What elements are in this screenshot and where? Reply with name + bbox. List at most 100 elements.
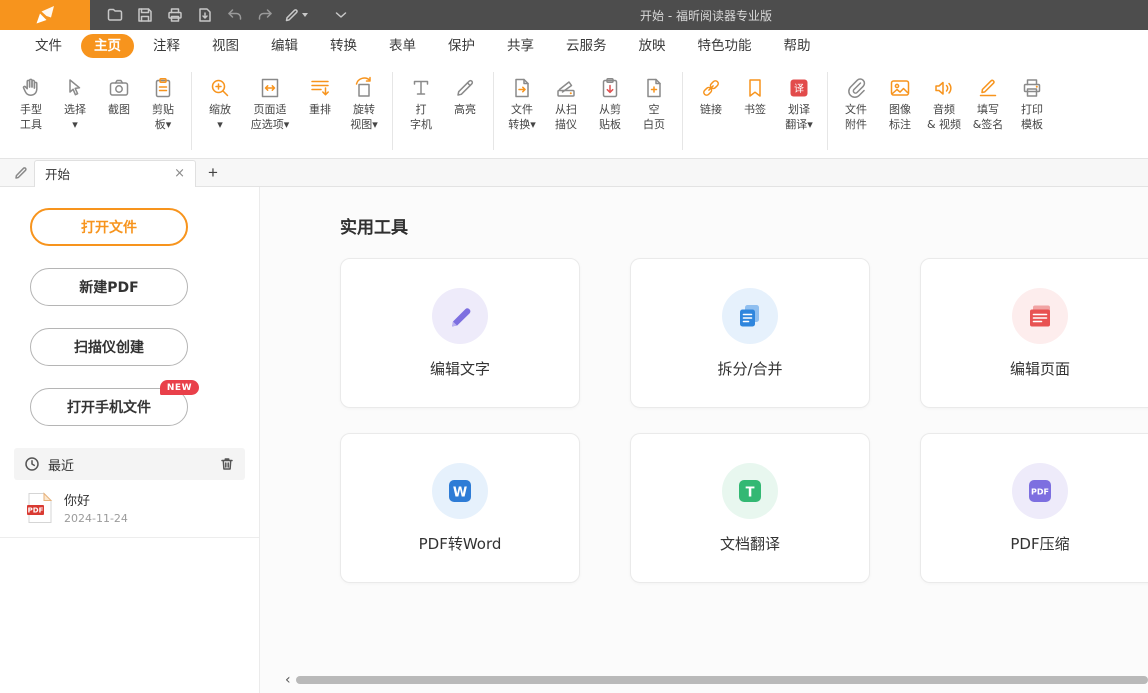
ribbon-rotate-view[interactable]: 旋转 视图▾ <box>342 64 386 133</box>
tool-card-split-merge[interactable]: 拆分/合并 <box>630 258 870 408</box>
ribbon-item-label: 音频 <box>933 103 955 118</box>
folder-icon <box>106 6 124 24</box>
ribbon-snapshot[interactable]: 截图 <box>97 64 141 118</box>
reflow-icon <box>308 73 332 103</box>
menu-tab-comment[interactable]: 注释 <box>140 34 193 58</box>
ribbon-item-label2: 模板 <box>1021 118 1043 133</box>
rotate-view-icon <box>352 73 376 103</box>
ribbon-item-label: 文件 <box>511 103 533 118</box>
ribbon-group-view: 缩放 ▾ 页面适 应选项▾ 重排 旋转 视图▾ <box>195 64 389 158</box>
quick-open-button[interactable] <box>100 3 130 27</box>
tool-card-edit-pages[interactable]: 编辑页面 <box>920 258 1148 408</box>
ribbon-highlight[interactable]: 高亮 <box>443 64 487 118</box>
quick-print-button[interactable] <box>160 3 190 27</box>
app-menu-logo-button[interactable] <box>0 0 90 30</box>
ribbon-reflow[interactable]: 重排 <box>298 64 342 118</box>
titlebar: 开始 - 福昕阅读器专业版 <box>0 0 1148 30</box>
edit-text-icon <box>432 288 488 344</box>
card-label: PDF压缩 <box>1010 533 1069 554</box>
recent-section-header: 最近 <box>14 448 245 480</box>
tool-card-edit-text[interactable]: 编辑文字 <box>340 258 580 408</box>
ribbon-clipboard[interactable]: 剪贴 板▾ <box>141 64 185 133</box>
redo-button[interactable] <box>250 3 280 27</box>
recent-file-date: 2024-11-24 <box>64 512 128 525</box>
menu-tab-help[interactable]: 帮助 <box>771 34 824 58</box>
annotate-pencil-icon[interactable] <box>8 165 34 181</box>
ribbon-item-label2: 字机 <box>410 118 432 133</box>
ribbon-bookmark[interactable]: 书签 <box>733 64 777 118</box>
scroll-left-icon[interactable]: ‹ <box>285 673 291 687</box>
card-label: 编辑文字 <box>430 358 490 379</box>
body: 打开文件 新建PDF 扫描仪创建 打开手机文件 NEW 最近 PDF <box>0 187 1148 693</box>
menu-tab-edit[interactable]: 编辑 <box>258 34 311 58</box>
printer-icon <box>166 6 184 24</box>
quick-save-button[interactable] <box>130 3 160 27</box>
sidebar: 打开文件 新建PDF 扫描仪创建 打开手机文件 NEW 最近 PDF <box>0 187 260 693</box>
ribbon-link[interactable]: 链接 <box>689 64 733 118</box>
ribbon-fill-sign[interactable]: 填写 &签名 <box>966 64 1010 133</box>
quick-export-button[interactable] <box>190 3 220 27</box>
ribbon-item-label2: 描仪 <box>555 118 577 133</box>
menu-tab-slideshow[interactable]: 放映 <box>626 34 679 58</box>
ribbon-from-clipboard[interactable]: 从剪 贴板 <box>588 64 632 133</box>
ribbon-audio-video[interactable]: 音频 & 视频 <box>922 64 966 133</box>
tool-card-pdf-compress[interactable]: PDF PDF压缩 <box>920 433 1148 583</box>
ribbon-item-label: 从扫 <box>555 103 577 118</box>
clear-recent-button[interactable] <box>219 456 235 472</box>
recent-file-name: 你好 <box>64 490 128 509</box>
doc-translate-icon: T <box>722 463 778 519</box>
ribbon-group-media: 文件 附件 图像 标注 音频 & 视频 填写 &签名 打印 模板 <box>831 64 1057 158</box>
tab-start[interactable]: 开始 × <box>34 160 196 187</box>
open-mobile-file-button[interactable]: 打开手机文件 NEW <box>30 388 188 426</box>
menu-tab-share[interactable]: 共享 <box>494 34 547 58</box>
ribbon-file-attachment[interactable]: 文件 附件 <box>834 64 878 133</box>
menu-tab-form[interactable]: 表单 <box>376 34 429 58</box>
ribbon-hand-tool[interactable]: 手型 工具 <box>9 64 53 133</box>
menu-tab-view[interactable]: 视图 <box>199 34 252 58</box>
scanner-create-button[interactable]: 扫描仪创建 <box>30 328 188 366</box>
paperclip-icon <box>844 73 868 103</box>
export-document-icon <box>196 6 214 24</box>
ribbon-separator <box>827 72 828 150</box>
new-tab-button[interactable]: + <box>208 164 218 181</box>
ribbon-translate[interactable]: 译 划译 翻译▾ <box>777 64 821 133</box>
ribbon-blank-page[interactable]: 空 白页 <box>632 64 676 133</box>
ribbon-file-convert[interactable]: 文件 转换▾ <box>500 64 544 133</box>
ribbon-page-fit-options[interactable]: 页面适 应选项▾ <box>242 64 298 133</box>
menu-tab-cloud[interactable]: 云服务 <box>553 34 620 58</box>
card-label: 文档翻译 <box>720 533 780 554</box>
menu-tab-home[interactable]: 主页 <box>81 34 134 58</box>
menu-tab-features[interactable]: 特色功能 <box>685 34 765 58</box>
menu-tab-protect[interactable]: 保护 <box>435 34 488 58</box>
ribbon-separator <box>392 72 393 150</box>
scrollbar-thumb[interactable] <box>296 676 1148 684</box>
undo-button[interactable] <box>220 3 250 27</box>
svg-text:PDF: PDF <box>28 506 44 514</box>
edit-pages-icon <box>1012 288 1068 344</box>
ribbon-from-scanner[interactable]: 从扫 描仪 <box>544 64 588 133</box>
split-merge-icon <box>722 288 778 344</box>
ribbon-select-tool[interactable]: 选择 ▾ <box>53 64 97 133</box>
customize-toolbar-button[interactable] <box>326 3 356 27</box>
horizontal-scrollbar[interactable]: ‹ <box>285 673 1148 687</box>
new-pdf-button[interactable]: 新建PDF <box>30 268 188 306</box>
menu-tab-file[interactable]: 文件 <box>22 34 75 58</box>
ribbon-image-annotation[interactable]: 图像 标注 <box>878 64 922 133</box>
recent-file-item[interactable]: PDF 你好 2024-11-24 <box>0 480 259 538</box>
quick-pen-tool-button[interactable] <box>280 3 310 27</box>
card-label: 拆分/合并 <box>717 358 782 379</box>
clipboard-paste-icon <box>598 73 622 103</box>
tool-card-doc-translate[interactable]: T 文档翻译 <box>630 433 870 583</box>
ribbon-zoom[interactable]: 缩放 ▾ <box>198 64 242 133</box>
open-file-button[interactable]: 打开文件 <box>30 208 188 246</box>
ribbon-item-label: 图像 <box>889 103 911 118</box>
tool-card-pdf-to-word[interactable]: W PDF转Word <box>340 433 580 583</box>
window-title: 开始 - 福昕阅读器专业版 <box>640 7 772 24</box>
blank-page-icon <box>642 73 666 103</box>
ribbon-typewriter[interactable]: 打 字机 <box>399 64 443 133</box>
file-convert-icon <box>510 73 534 103</box>
tab-close-icon[interactable]: × <box>174 167 185 180</box>
ribbon-item-label2: 应选项▾ <box>251 118 290 133</box>
ribbon-print-template[interactable]: 打印 模板 <box>1010 64 1054 133</box>
menu-tab-convert[interactable]: 转换 <box>317 34 370 58</box>
